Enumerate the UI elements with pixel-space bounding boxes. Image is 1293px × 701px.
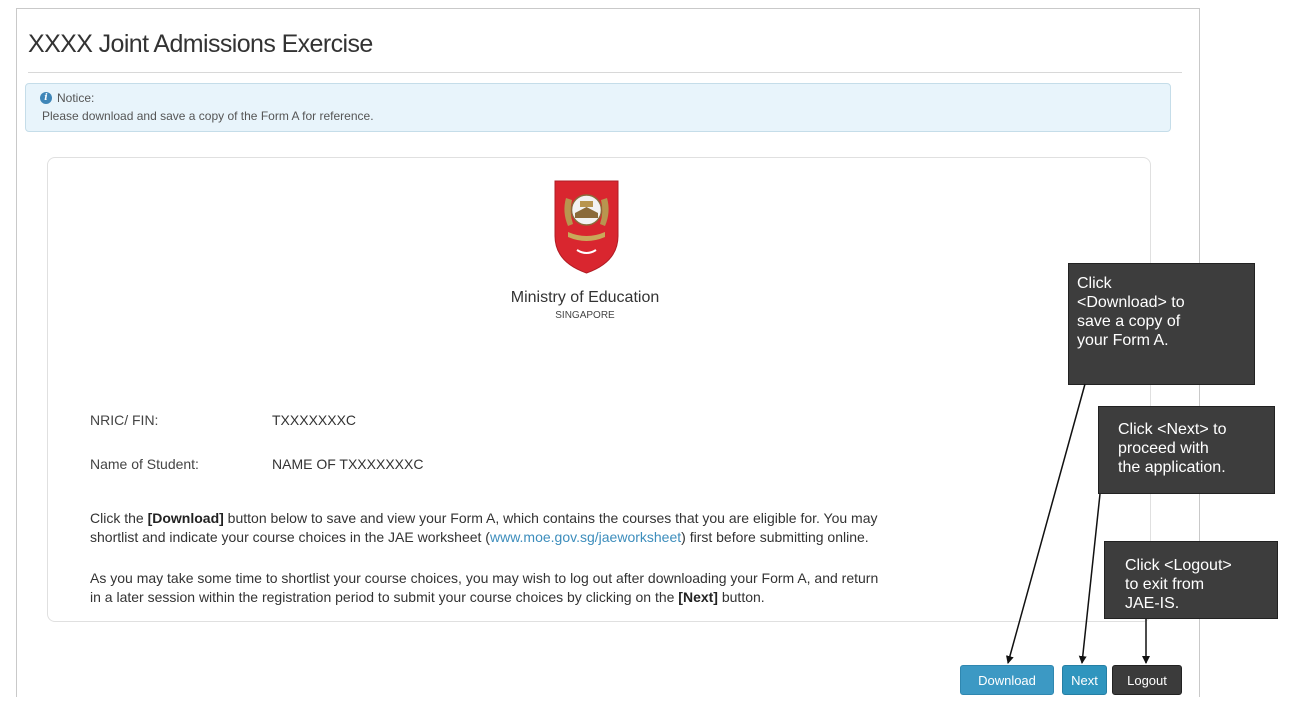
next-keyword: [Next] <box>678 589 718 605</box>
callout-line: your Form A. <box>1077 332 1169 349</box>
info-icon: i <box>40 92 52 104</box>
jae-worksheet-link[interactable]: www.moe.gov.sg/jaeworksheet <box>490 529 681 545</box>
download-instructions: Click the [Download] button below to sav… <box>90 509 1130 547</box>
instructions-text: button. <box>717 589 765 605</box>
instructions-text: Click the <box>90 510 148 526</box>
page-title: XXXX Joint Admissions Exercise <box>28 30 373 58</box>
callout-line: Click <Next> to <box>1118 421 1227 438</box>
callout-line: proceed with <box>1118 440 1209 457</box>
download-button[interactable]: Download <box>960 665 1054 695</box>
notice-alert: i Notice: Please download and save a cop… <box>25 83 1171 132</box>
notice-text: Please download and save a copy of the F… <box>42 109 374 123</box>
callout-line: Click <box>1077 275 1112 292</box>
ministry-name: Ministry of Education <box>510 289 660 306</box>
download-keyword: [Download] <box>147 510 224 526</box>
logout-button[interactable]: Logout <box>1112 665 1182 695</box>
download-callout: Click <Download> to save a copy of your … <box>1068 263 1255 385</box>
nric-label: NRIC/ FIN: <box>90 412 159 428</box>
callout-line: save a copy of <box>1077 313 1181 330</box>
callout-line: JAE-IS. <box>1125 595 1180 612</box>
instructions-text: shortlist and indicate your course choic… <box>90 529 490 545</box>
notice-title: Notice: <box>57 91 95 105</box>
title-divider <box>28 72 1182 73</box>
moe-crest-icon <box>554 180 619 274</box>
instructions-text: ) first before submitting online. <box>681 529 869 545</box>
callout-line: Click <Logout> <box>1125 557 1232 574</box>
instructions-text: in a later session within the registrati… <box>90 589 679 605</box>
ministry-country: SINGAPORE <box>555 310 615 321</box>
next-button[interactable]: Next <box>1062 665 1107 695</box>
nric-value: TXXXXXXXC <box>272 412 357 428</box>
student-name-label: Name of Student: <box>90 456 199 472</box>
callout-line: to exit from <box>1125 576 1205 593</box>
logout-instructions: As you may take some time to shortlist y… <box>90 569 1130 607</box>
instructions-text: As you may take some time to shortlist y… <box>90 570 879 586</box>
logout-callout: Click <Logout> to exit from JAE-IS. <box>1104 541 1278 619</box>
callout-line: the application. <box>1118 459 1226 476</box>
instructions-text: button below to save and view your Form … <box>223 510 878 526</box>
next-callout: Click <Next> to proceed with the applica… <box>1098 406 1275 494</box>
student-name-value: NAME OF TXXXXXXXC <box>272 456 424 472</box>
callout-line: <Download> to <box>1077 294 1185 311</box>
